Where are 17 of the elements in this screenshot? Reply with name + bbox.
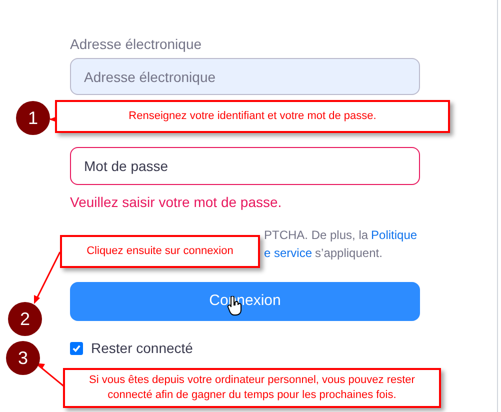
step-number: 2	[8, 302, 42, 336]
terms-link[interactable]: e service	[264, 244, 312, 262]
notice-text: PTCHA. De plus, la	[264, 227, 368, 244]
checkbox[interactable]	[70, 342, 83, 355]
callout-text: Cliquez ensuite sur connexion	[60, 235, 260, 268]
password-field[interactable]: Mot de passe	[70, 147, 420, 185]
notice-text: s’appliquent.	[315, 245, 382, 262]
error-message: Veuillez saisir votre mot de passe.	[70, 193, 283, 211]
step-number: 3	[6, 341, 40, 375]
arrow	[34, 252, 61, 304]
callout-text: Renseignez votre identifiant et votre mot de passe.	[55, 100, 450, 133]
field-label: Adresse électronique	[70, 35, 203, 53]
step-number: 1	[16, 101, 50, 135]
email-field[interactable]: Adresse électronique	[70, 58, 420, 95]
callout-text: Si vous êtes depuis votre ordinateur personnel, vous pouvez rester connecté afin de gagner du temps pour les prochaines fois.	[63, 368, 441, 408]
remember-label: Rester connecté	[91, 339, 193, 358]
policy-link[interactable]: Politique	[371, 226, 418, 244]
